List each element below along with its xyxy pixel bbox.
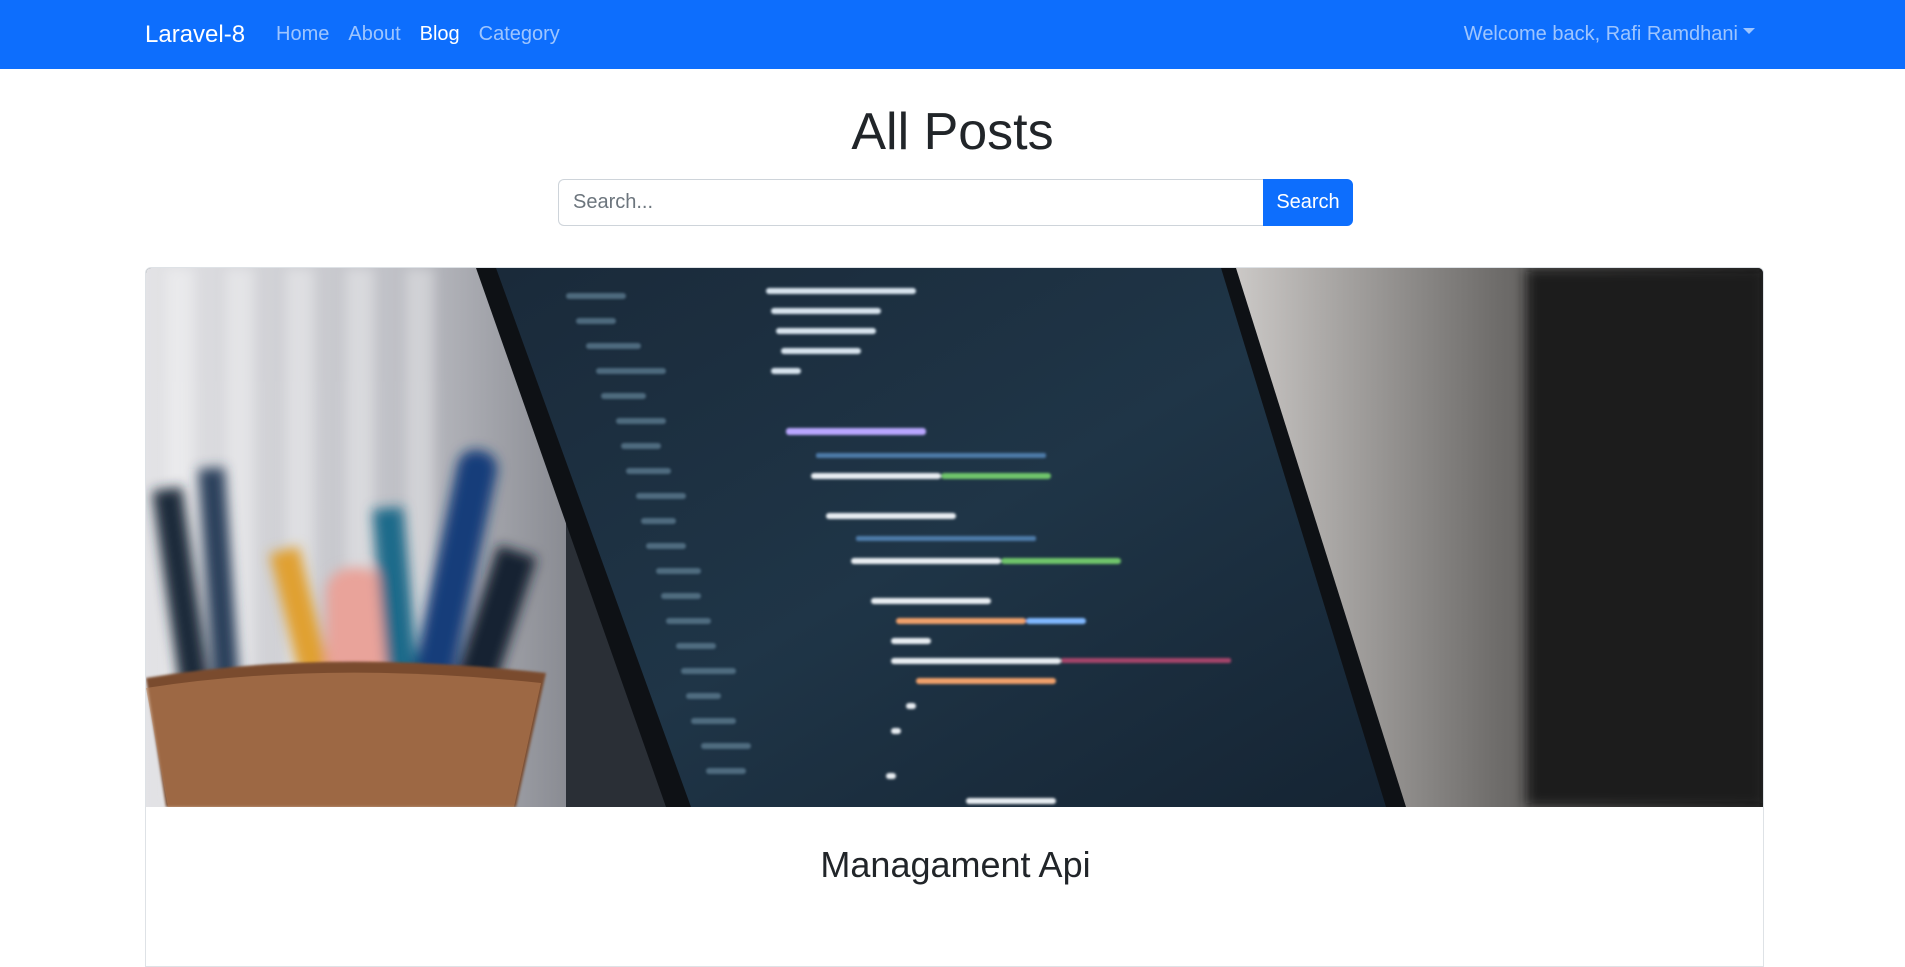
search-button[interactable]: Search xyxy=(1263,179,1353,226)
nav-link-home[interactable]: Home xyxy=(276,23,329,46)
nav-link-category[interactable]: Category xyxy=(479,23,560,46)
search-form: Search xyxy=(558,179,1353,226)
post-image xyxy=(146,268,1763,807)
nav-link-about[interactable]: About xyxy=(348,23,400,46)
brand-link[interactable]: Laravel-8 xyxy=(145,0,245,69)
code-laptop-image-icon xyxy=(146,268,1763,807)
post-title[interactable]: Managament Api xyxy=(146,842,1763,888)
nav-links: Home About Blog Category xyxy=(276,0,579,69)
page-title: All Posts xyxy=(851,103,1054,161)
user-menu-label: Welcome back, Rafi Ramdhani xyxy=(1463,23,1738,45)
post-card: Managament Api xyxy=(145,267,1764,967)
caret-down-icon xyxy=(1743,27,1755,34)
user-menu-dropdown[interactable]: Welcome back, Rafi Ramdhani xyxy=(1464,0,1755,69)
top-navbar: Laravel-8 Home About Blog Category Welco… xyxy=(0,0,1905,69)
search-input[interactable] xyxy=(558,179,1263,226)
nav-link-blog[interactable]: Blog xyxy=(420,23,460,46)
